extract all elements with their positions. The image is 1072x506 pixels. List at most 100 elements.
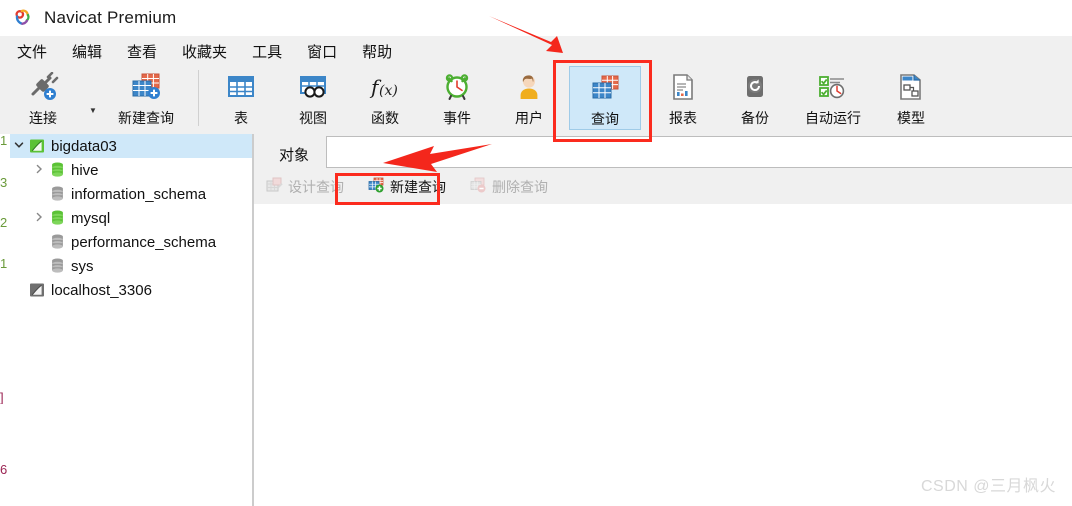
toolbar-label-automation: 自动运行	[805, 110, 861, 126]
connection-tree: bigdata03 hive information_schema mysql …	[10, 134, 252, 506]
database-gray-icon	[48, 233, 66, 251]
navicat-window: Navicat Premium 文件 编辑 查看 收藏夹 工具 窗口 帮助 连接…	[0, 0, 1072, 506]
new-query-small-icon	[368, 177, 385, 198]
view-icon	[298, 71, 328, 103]
toolbar-button-function[interactable]: f (x) 函数	[349, 66, 421, 130]
connection-plug-icon	[26, 71, 60, 103]
toolbar-button-new-query[interactable]: 新建查询	[100, 66, 192, 130]
table-icon	[226, 71, 256, 103]
edge-glyph: 1	[0, 257, 8, 270]
tree-label-bigdata03: bigdata03	[51, 137, 117, 155]
chevron-right-icon[interactable]	[30, 164, 48, 177]
delete-query-icon	[470, 177, 487, 198]
query-toolbar: 设计查询 新建查询 删除查询	[254, 170, 1072, 205]
delete-query-button[interactable]: 删除查询	[464, 174, 554, 200]
toolbar-button-backup[interactable]: 备份	[719, 66, 791, 130]
main-toolbar: 连接 ▼ 新建查询 表 视图 f (x) 函数 事件 用户 查询 报表 备份 自…	[0, 66, 1072, 135]
edge-glyph: 6	[0, 463, 8, 476]
toolbar-button-report[interactable]: 报表	[647, 66, 719, 130]
tree-item-mysql[interactable]: mysql	[10, 206, 252, 230]
tree-item-bigdata03[interactable]: bigdata03	[10, 134, 252, 158]
edge-glyph: 3	[0, 176, 8, 189]
database-active-icon	[48, 209, 66, 227]
toolbar-separator-1	[198, 70, 199, 126]
design-query-button[interactable]: 设计查询	[260, 174, 350, 200]
tree-item-localhost-3306[interactable]: localhost_3306	[10, 278, 252, 302]
tab-objects[interactable]: 对象	[266, 138, 322, 170]
toolbar-label-report: 报表	[669, 110, 697, 126]
menu-item-window[interactable]: 窗口	[296, 38, 348, 65]
toolbar-button-automation[interactable]: 自动运行	[791, 66, 875, 130]
menu-item-tools[interactable]: 工具	[241, 38, 293, 65]
design-query-icon	[266, 177, 283, 198]
backup-icon	[740, 71, 770, 103]
toolbar-label-backup: 备份	[741, 110, 769, 126]
tree-label-hive: hive	[71, 161, 99, 179]
connection-tree-panel: bigdata03 hive information_schema mysql …	[0, 134, 252, 506]
chevron-down-icon[interactable]	[10, 140, 28, 153]
toolbar-button-query[interactable]: 查询	[569, 66, 641, 130]
tree-label-performance-schema: performance_schema	[71, 233, 217, 251]
window-title: Navicat Premium	[44, 8, 177, 27]
toolbar-button-connection[interactable]: 连接	[0, 66, 86, 130]
toolbar-label-user: 用户	[515, 110, 543, 126]
new-query-icon	[129, 71, 163, 103]
toolbar-label-event: 事件	[443, 110, 471, 126]
toolbar-button-user[interactable]: 用户	[493, 66, 565, 130]
toolbar-button-event[interactable]: 事件	[421, 66, 493, 130]
user-icon	[514, 71, 544, 103]
edge-glyph: ]	[0, 391, 4, 404]
navicat-logo-icon	[12, 7, 34, 29]
design-query-label: 设计查询	[288, 179, 344, 195]
database-active-icon	[48, 161, 66, 179]
watermark-text: CSDN @三月枫火	[920, 478, 1056, 495]
new-query-label: 新建查询	[390, 179, 446, 195]
toolbar-label-table: 表	[234, 110, 248, 126]
event-clock-icon	[442, 71, 472, 103]
menu-item-help[interactable]: 帮助	[351, 38, 403, 65]
chevron-right-icon[interactable]	[30, 212, 48, 225]
edge-glyph: 1	[0, 134, 8, 147]
toolbar-label-function: 函数	[371, 110, 399, 126]
query-icon	[588, 72, 622, 104]
toolbar-label-model: 模型	[897, 110, 925, 126]
database-gray-icon	[48, 257, 66, 275]
toolbar-button-table[interactable]: 表	[205, 66, 277, 130]
menu-bar: 文件 编辑 查看 收藏夹 工具 窗口 帮助	[0, 36, 1072, 66]
function-fx-icon: f (x)	[368, 71, 402, 103]
tab-strip-empty-area	[326, 136, 1072, 168]
title-bar: Navicat Premium	[0, 0, 1072, 36]
server-connection-icon	[28, 137, 46, 155]
main-panel: 对象 设计查询 新建查询 删除查询 CSDN @三月枫火	[254, 134, 1072, 506]
toolbar-label-query: 查询	[591, 111, 619, 127]
new-query-button[interactable]: 新建查询	[362, 174, 452, 200]
object-tab-strip: 对象	[254, 134, 1072, 170]
toolbar-label-view: 视图	[299, 110, 327, 126]
toolbar-label-connection: 连接	[29, 110, 57, 126]
toolbar-button-model[interactable]: 模型	[875, 66, 947, 130]
delete-query-label: 删除查询	[492, 179, 548, 195]
menu-item-file[interactable]: 文件	[6, 38, 58, 65]
tree-item-performance-schema[interactable]: performance_schema	[10, 230, 252, 254]
server-disconnected-icon	[28, 281, 46, 299]
tree-item-information-schema[interactable]: information_schema	[10, 182, 252, 206]
menu-item-favorites[interactable]: 收藏夹	[171, 38, 238, 65]
toolbar-label-new-query: 新建查询	[118, 110, 174, 126]
automation-icon	[817, 71, 849, 103]
menu-item-edit[interactable]: 编辑	[61, 38, 113, 65]
tree-label-mysql: mysql	[71, 209, 111, 227]
toolbar-button-view[interactable]: 视图	[277, 66, 349, 130]
tree-item-sys[interactable]: sys	[10, 254, 252, 278]
model-icon	[896, 71, 926, 103]
edge-glyph: 2	[0, 216, 8, 229]
tree-label-sys: sys	[71, 257, 94, 275]
query-list-area[interactable]: CSDN @三月枫火	[254, 204, 1072, 506]
tree-label-localhost-3306: localhost_3306	[51, 281, 152, 299]
database-gray-icon	[48, 185, 66, 203]
connection-dropdown-caret[interactable]: ▼	[86, 107, 100, 115]
menu-item-view[interactable]: 查看	[116, 38, 168, 65]
report-icon	[668, 71, 698, 103]
tree-label-information-schema: information_schema	[71, 185, 207, 203]
tree-item-hive[interactable]: hive	[10, 158, 252, 182]
svg-text:(x): (x)	[379, 83, 398, 99]
